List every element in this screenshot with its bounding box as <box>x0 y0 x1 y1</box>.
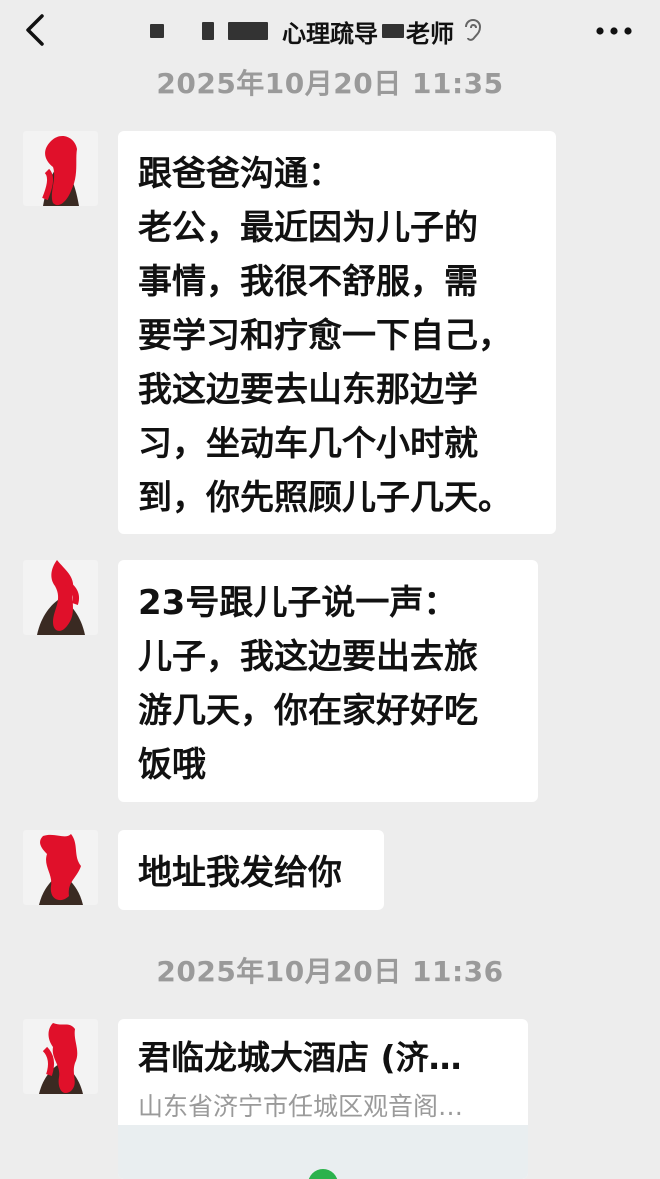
title-redaction <box>202 22 214 40</box>
message-line: 游几天，你在家好好吃 <box>138 691 478 731</box>
title-redaction <box>228 22 268 40</box>
avatar[interactable] <box>23 560 98 635</box>
message-line: 地址我发给你 <box>138 853 342 893</box>
location-card[interactable]: 君临龙城大酒店 (济… 山东省济宁市任城区观音阁… <box>118 1019 528 1179</box>
back-chevron-icon <box>26 14 44 46</box>
message-bubble[interactable]: 跟爸爸沟通： 老公，最近因为儿子的 事情，我很不舒服，需 要学习和疗愈一下自己，… <box>118 131 556 534</box>
chat-title[interactable]: 心理疏导 老师 <box>150 14 570 48</box>
back-button[interactable] <box>18 8 58 52</box>
redaction-scribble <box>39 834 83 905</box>
avatar[interactable] <box>23 1019 98 1094</box>
location-name: 君临龙城大酒店 (济… <box>138 1038 462 1077</box>
redaction-scribble <box>37 560 85 635</box>
message-line: 23号跟儿子说一声： <box>138 583 458 623</box>
more-button[interactable] <box>590 18 638 44</box>
chat-header: 心理疏导 老师 <box>0 0 660 62</box>
message-line: 要学习和疗愈一下自己， <box>138 316 512 356</box>
message-bubble[interactable]: 23号跟儿子说一声： 儿子，我这边要出去旅 游几天，你在家好好吃 饭哦 <box>118 560 538 802</box>
message-bubble[interactable]: 地址我发给你 <box>118 830 384 910</box>
timestamp: 2025年10月20日 11:36 <box>156 955 504 988</box>
avatar[interactable] <box>23 830 98 905</box>
chat-title-text: 心理疏导 <box>282 19 378 48</box>
message-line: 老公，最近因为儿子的 <box>138 208 478 248</box>
message-line: 事情，我很不舒服，需 <box>138 262 478 302</box>
more-icon <box>596 27 632 35</box>
message-line: 饭哦 <box>138 745 206 785</box>
title-redaction <box>382 24 404 38</box>
timestamp: 2025年10月20日 11:35 <box>156 67 504 100</box>
avatar[interactable] <box>23 131 98 206</box>
redaction-scribble <box>39 1023 83 1094</box>
message-line: 我这边要去山东那边学 <box>138 370 478 410</box>
ear-icon <box>465 18 482 41</box>
message-line: 到，你先照顾儿子几天。 <box>138 478 512 518</box>
message-line: 儿子，我这边要出去旅 <box>138 637 478 677</box>
location-address: 山东省济宁市任城区观音阁… <box>138 1092 464 1121</box>
chat-title-suffix: 老师 <box>406 19 454 48</box>
message-line: 习，坐动车几个小时就 <box>138 424 478 464</box>
location-pin-icon <box>308 1169 338 1179</box>
map-preview <box>118 1125 528 1179</box>
message-line: 跟爸爸沟通： <box>138 154 342 194</box>
redaction-scribble <box>42 135 79 206</box>
title-redaction <box>150 24 164 38</box>
